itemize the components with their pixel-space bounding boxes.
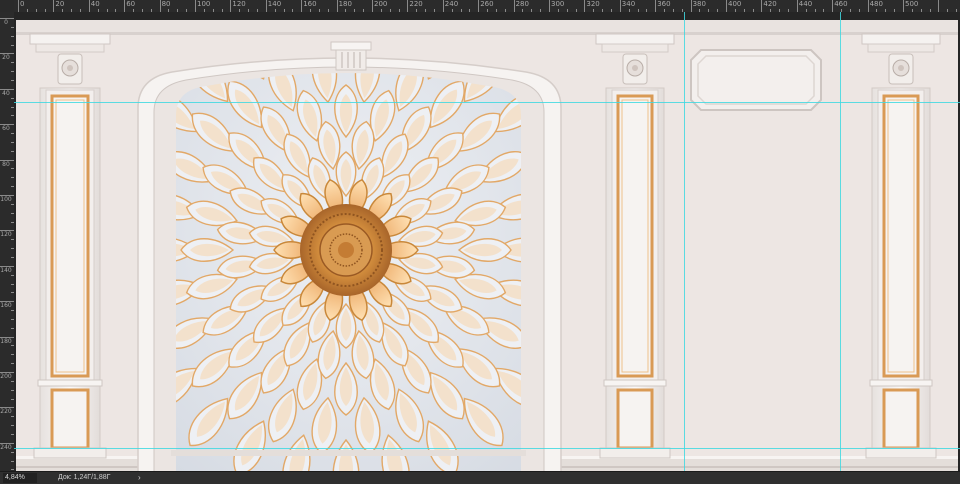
ruler-label: 140	[267, 0, 282, 8]
status-bar: 4,84% Док: 1,24Г/1,88Г ›	[0, 471, 960, 484]
ruler-label: 120	[232, 0, 246, 8]
ruler-label: 40	[2, 89, 10, 97]
ruler-tick	[584, 0, 586, 12]
guide-vertical[interactable]	[840, 12, 841, 471]
document-size-info: Док: 1,24Г/1,88Г	[58, 474, 111, 481]
ruler-label: 240	[444, 0, 459, 8]
ruler-label: 100	[0, 196, 12, 203]
ruler-tick	[513, 0, 515, 12]
ruler-tick	[690, 0, 692, 12]
ruler-tick	[159, 0, 161, 12]
ruler-tick	[796, 0, 798, 12]
ruler-tick	[442, 0, 444, 12]
ruler-tick	[265, 0, 267, 12]
pilaster	[29, 33, 111, 459]
ruler-label: 100	[197, 0, 211, 8]
ruler-tick	[124, 0, 126, 12]
ruler-tick	[195, 0, 196, 12]
document-canvas[interactable]	[16, 20, 958, 478]
keystone	[330, 41, 372, 71]
ruler-tick	[655, 0, 657, 12]
ruler-label: 340	[621, 0, 636, 8]
guide-horizontal[interactable]	[14, 102, 960, 103]
ruler-tick	[549, 0, 550, 12]
cartouche-panel	[690, 49, 822, 111]
ruler-label: 180	[338, 0, 352, 8]
ruler-tick	[301, 0, 303, 12]
ruler-label: 500	[905, 0, 919, 8]
ruler-label: 280	[515, 0, 529, 8]
ruler-label: 40	[90, 0, 100, 8]
canvas-area[interactable]	[14, 12, 960, 478]
pilaster	[595, 33, 675, 459]
ruler-tick	[18, 0, 19, 12]
ruler-tick	[726, 0, 727, 12]
status-menu-arrow-icon[interactable]: ›	[138, 472, 141, 484]
ruler-label: 440	[798, 0, 813, 8]
wall-panel-artwork	[16, 20, 958, 478]
ruler-label: 220	[409, 0, 423, 8]
ruler-label: 240	[0, 443, 12, 451]
ruler-label: 300	[551, 0, 565, 8]
ruler-tick	[336, 0, 338, 12]
ruler-label: 60	[2, 125, 10, 133]
ruler-label: 180	[0, 337, 12, 345]
ruler-tick	[938, 0, 940, 12]
guide-horizontal[interactable]	[14, 448, 960, 449]
ruler-label: 260	[480, 0, 494, 8]
ruler-label: 20	[55, 0, 65, 8]
pilaster	[861, 33, 941, 459]
ruler-tick	[903, 0, 904, 12]
vertical-ruler[interactable]: 0 20 40 60 80 100 120 140 160 180 200 220 240	[0, 12, 15, 471]
ruler-tick	[53, 0, 55, 12]
ruler-label: 80	[2, 160, 10, 168]
zoom-level-field[interactable]: 4,84%	[3, 473, 37, 483]
ruler-tick	[407, 0, 409, 12]
ruler-tick	[867, 0, 869, 12]
ruler-label: 320	[586, 0, 600, 8]
ruler-label: 20	[2, 54, 10, 62]
ruler-label: 80	[161, 0, 171, 8]
ruler-tick	[372, 0, 373, 12]
ruler-label: 0	[4, 19, 8, 26]
ruler-tick	[832, 0, 834, 12]
ruler-label: 480	[869, 0, 883, 8]
ruler-label: 200	[374, 0, 388, 8]
ruler-tick	[478, 0, 480, 12]
ruler-label: 160	[303, 0, 317, 8]
ruler-label: 60	[126, 0, 136, 8]
ruler-label: 460	[834, 0, 848, 8]
ruler-tick	[619, 0, 621, 12]
guide-vertical[interactable]	[684, 12, 685, 471]
ruler-label: 380	[692, 0, 706, 8]
ruler-label: 0	[20, 0, 25, 8]
top-cornice	[16, 20, 958, 34]
ruler-tick	[88, 0, 90, 12]
ruler-label: 220	[0, 408, 12, 416]
ruler-label: 400	[728, 0, 742, 8]
ruler-label: 360	[657, 0, 671, 8]
ruler-label: 140	[0, 266, 12, 274]
ruler-label: 200	[0, 373, 12, 380]
ruler-tick	[230, 0, 232, 12]
ruler-label: 160	[0, 302, 12, 310]
ruler-label: 420	[763, 0, 777, 8]
ruler-label: 120	[0, 231, 12, 239]
ruler-tick	[761, 0, 763, 12]
